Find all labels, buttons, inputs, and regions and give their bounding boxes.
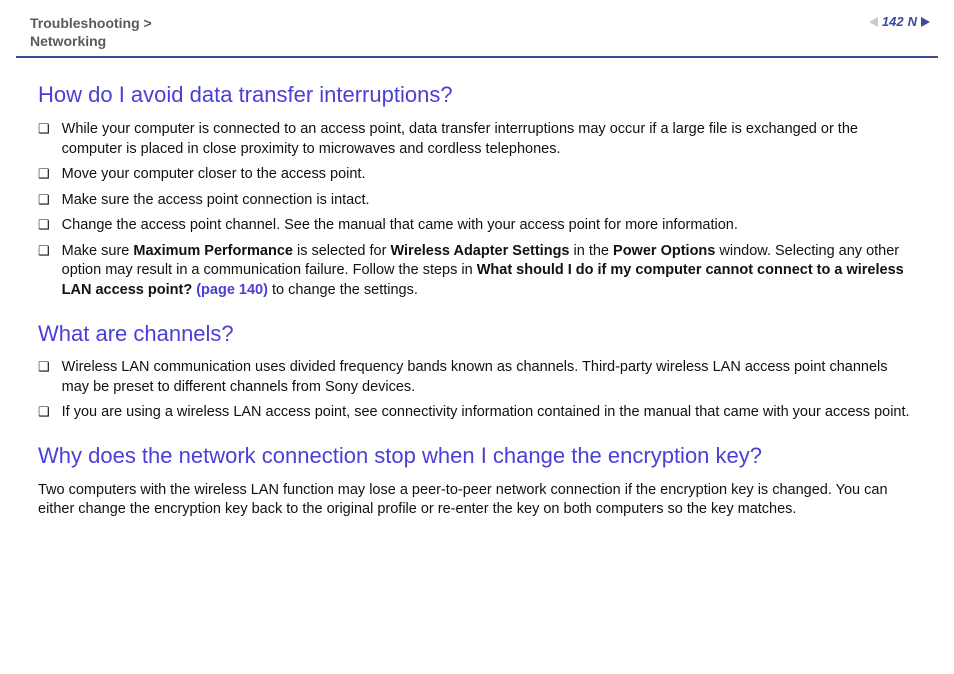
text-fragment: Make sure	[62, 243, 134, 259]
breadcrumb-line2: Networking	[30, 32, 152, 50]
n-label: N	[908, 14, 917, 29]
section1-list: ❑ While your computer is connected to an…	[38, 120, 916, 301]
list-item: ❑ Move your computer closer to the acces…	[38, 165, 916, 185]
section3-paragraph: Two computers with the wireless LAN func…	[38, 481, 916, 520]
breadcrumb: Troubleshooting > Networking	[30, 14, 152, 50]
list-item-text: Change the access point channel. See the…	[62, 216, 916, 236]
list-item: ❑ Change the access point channel. See t…	[38, 216, 916, 236]
nav-arrow-left-icon[interactable]	[869, 17, 878, 27]
list-item-text: If you are using a wireless LAN access p…	[62, 403, 916, 423]
bold-text: Power Options	[613, 243, 715, 259]
list-item: ❑ Make sure Maximum Performance is selec…	[38, 242, 916, 301]
bold-text: Maximum Performance	[133, 243, 293, 259]
text-fragment: to change the settings.	[268, 282, 418, 298]
page-header: Troubleshooting > Networking 142 N	[0, 0, 954, 56]
text-fragment: in the	[570, 243, 614, 259]
list-item: ❑ Make sure the access point connection …	[38, 191, 916, 211]
list-item: ❑ If you are using a wireless LAN access…	[38, 403, 916, 423]
bullet-icon: ❑	[38, 403, 50, 421]
breadcrumb-line1: Troubleshooting >	[30, 15, 152, 31]
list-item-text: While your computer is connected to an a…	[62, 120, 916, 159]
page-navigation: 142 N	[869, 14, 930, 29]
bullet-icon: ❑	[38, 242, 50, 260]
page-number: 142	[882, 14, 904, 29]
list-item-text: Make sure the access point connection is…	[62, 191, 916, 211]
bold-text: Wireless Adapter Settings	[390, 243, 569, 259]
bullet-icon: ❑	[38, 191, 50, 209]
list-item-text: Make sure Maximum Performance is selecte…	[62, 242, 916, 301]
list-item-text: Wireless LAN communication uses divided …	[62, 358, 916, 397]
bullet-icon: ❑	[38, 216, 50, 234]
section1-heading: How do I avoid data transfer interruptio…	[38, 80, 916, 110]
text-fragment: is selected for	[293, 243, 391, 259]
section3-heading: Why does the network connection stop whe…	[38, 441, 916, 471]
page-reference-link[interactable]: (page 140)	[196, 282, 268, 298]
bullet-icon: ❑	[38, 165, 50, 183]
nav-arrow-right-icon[interactable]	[921, 17, 930, 27]
list-item: ❑ Wireless LAN communication uses divide…	[38, 358, 916, 397]
content-area: How do I avoid data transfer interruptio…	[0, 58, 954, 519]
document-page: Troubleshooting > Networking 142 N How d…	[0, 0, 954, 520]
list-item-text: Move your computer closer to the access …	[62, 165, 916, 185]
section2-heading: What are channels?	[38, 319, 916, 349]
list-item: ❑ While your computer is connected to an…	[38, 120, 916, 159]
bullet-icon: ❑	[38, 358, 50, 376]
bullet-icon: ❑	[38, 120, 50, 138]
section2-list: ❑ Wireless LAN communication uses divide…	[38, 358, 916, 423]
